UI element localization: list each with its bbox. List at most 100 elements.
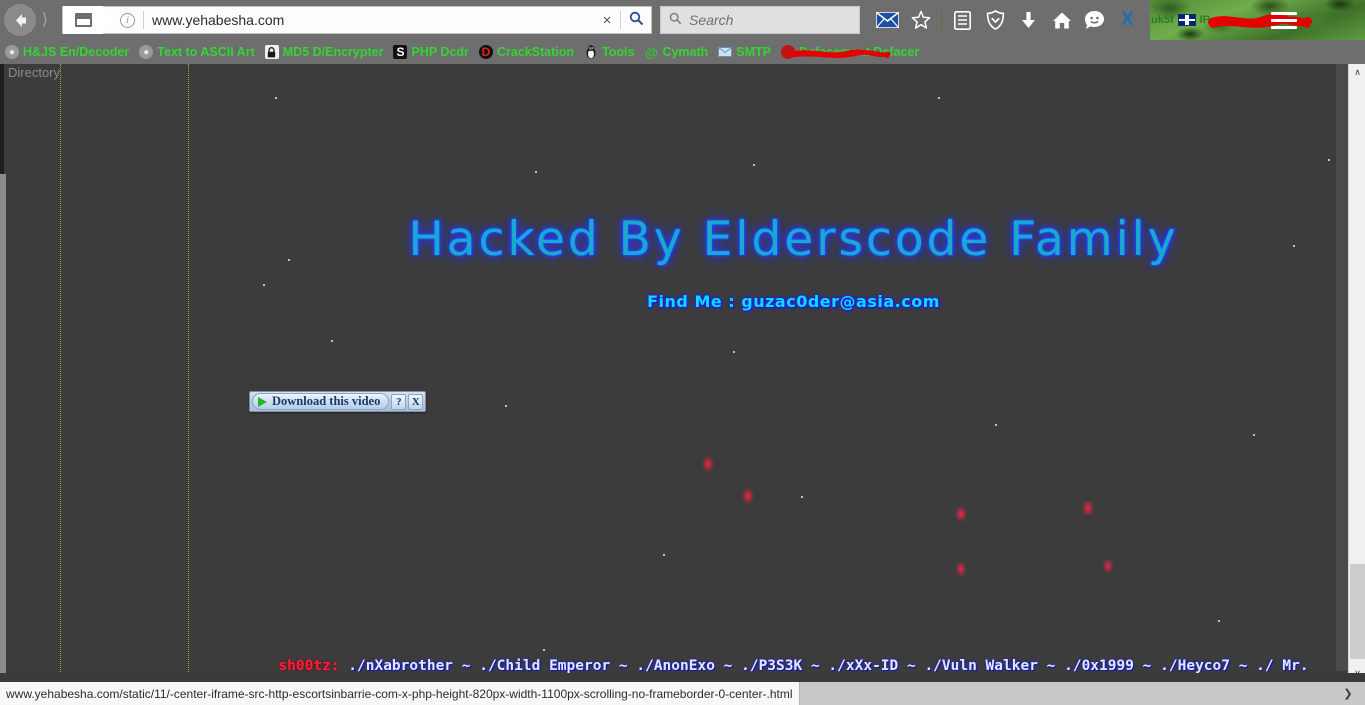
chat-smiley-icon[interactable] [1081,7,1108,34]
particle-dot [275,97,277,99]
globe-icon: ● [5,45,19,59]
ip-label: IP : [1199,14,1217,26]
home-icon[interactable] [1048,7,1075,34]
scroll-right-arrow[interactable]: ❯ [1331,682,1365,705]
particle-dot [753,164,755,166]
download-helper-popup[interactable]: Download this video ? X [249,391,427,412]
crew-marquee: sh00tz: ./nXabrother ~ ./Child Emperor ~… [243,658,1344,674]
library-glyph [954,10,971,30]
site-favicon [74,13,92,27]
bookmarks-bar: ● H&JS En/Decoder ● Text to ASCII Art MD… [0,40,1365,64]
ip-info-display: uk5f IP : [1151,14,1312,28]
menu-bar-2 [1271,18,1298,22]
browser-toolbar: ⟩ i www.yehabesha.com × Search X uk5f IP… [0,0,1365,40]
bookmark-label: H&JS En/Decoder [23,45,130,59]
bookmark-label: Cymath [662,45,709,59]
bookmark-item[interactable]: ● Text to ASCII Art [134,45,259,59]
particle-dot [733,351,735,353]
particle-dot [938,97,940,99]
globe-icon: ● [139,45,154,59]
search-input[interactable]: Search [689,12,733,28]
help-button[interactable]: ? [391,393,407,410]
menu-bar-1 [1271,11,1298,15]
navigation-buttons: ⟩ [0,4,58,36]
download-icon[interactable] [1015,7,1042,34]
smiley-glyph [1085,11,1104,29]
mail-icon[interactable] [874,7,901,34]
scroll-up-arrow[interactable]: ∧ [1349,64,1365,81]
at-sign-icon: @ [645,44,658,60]
bookmark-item[interactable]: Tools [579,45,639,59]
particle-dot [1253,434,1255,436]
bookmark-item[interactable]: @ Cymath [639,44,713,60]
bookmark-item-redacted[interactable]: Defacement Defacer [776,45,924,59]
particle-dot [543,649,545,651]
bookmark-item[interactable]: MD5 D/Encrypter [260,45,389,59]
divider [143,11,144,29]
page-bottom-edge [0,673,1365,682]
lock-glyph [268,46,276,57]
left-gutter-dark [0,64,4,174]
clear-url-button[interactable]: × [594,12,620,29]
ip-value-redacted [1221,14,1264,26]
mail-glyph [718,47,733,57]
directory-label: Directory [8,65,61,80]
star-glyph [911,10,930,29]
letter-s-icon: S [393,45,408,59]
guide-line [188,64,189,682]
page-icon [63,6,112,34]
marquee-nickname: sh00tz: [278,658,340,674]
bookmark-item[interactable]: S PHP Dcdr [388,45,473,59]
penguin-glyph [586,45,596,59]
shield-glyph [986,10,1005,30]
particle-dot [263,284,265,286]
browser-window: ⟩ i www.yehabesha.com × Search X uk5f IP… [0,0,1365,705]
magnifier-glyph [629,11,643,26]
particle-dot [535,171,537,173]
menu-bar-3 [1271,25,1298,29]
bookmark-label: MD5 D/Encrypter [282,45,384,59]
info-icon[interactable]: i [120,12,135,28]
bookmark-label: CrackStation [496,45,575,59]
status-link-url: www.yehabesha.com/static/11/-center-ifra… [0,682,800,705]
page-title: Hacked By Elderscode Family [408,212,1179,267]
divider [941,10,942,30]
search-go-icon[interactable] [621,11,651,29]
search-icon [669,12,682,28]
search-box[interactable]: Search [660,6,860,34]
particle-dot [1218,620,1220,622]
vertical-scrollbar-thumb[interactable] [1350,564,1365,659]
star-bookmark-icon[interactable] [907,7,934,34]
particle-dot [995,424,997,426]
particle-dot [505,405,507,407]
bookmark-item[interactable]: D CrackStation [474,45,579,59]
mail-glyph [876,12,899,28]
close-button[interactable]: X [408,393,424,410]
penguin-icon [584,45,598,59]
bookmark-item[interactable]: SMTP [713,45,776,59]
mail-icon [718,45,733,59]
marquee-crew-list: ./nXabrother ~ ./Child Emperor ~ ./AnonE… [348,658,1309,674]
page-viewport: Directory Hacked By Elderscode Family Fi… [0,64,1365,682]
hamburger-menu-icon[interactable] [1271,8,1298,33]
library-icon[interactable] [949,7,976,34]
vertical-scrollbar[interactable]: ∧ ∨ [1348,64,1365,682]
particle-dot [801,496,803,498]
redaction-scribble [789,49,891,59]
address-bar[interactable]: i www.yehabesha.com × [62,6,652,34]
bookmark-item[interactable]: ● H&JS En/Decoder [0,45,134,59]
forward-arrow-icon[interactable]: ⟩ [32,4,58,36]
particle-dot [331,340,333,342]
guide-line [60,64,61,682]
left-gutter-light [0,174,6,682]
shield-icon[interactable] [982,7,1009,34]
download-button-label: Download this video [272,394,381,408]
defacement-image: Hacked By Elderscode Family Find Me : gu… [243,64,1344,682]
ip-prefix-label: uk5f [1151,14,1174,26]
bookmark-label: PHP Dcdr [411,45,469,59]
home-glyph [1052,12,1071,28]
close-x-icon[interactable]: X [1114,7,1141,34]
page-right-edge [1336,64,1348,671]
url-input[interactable]: www.yehabesha.com [152,12,594,28]
download-this-video-button[interactable]: Download this video [252,393,390,410]
